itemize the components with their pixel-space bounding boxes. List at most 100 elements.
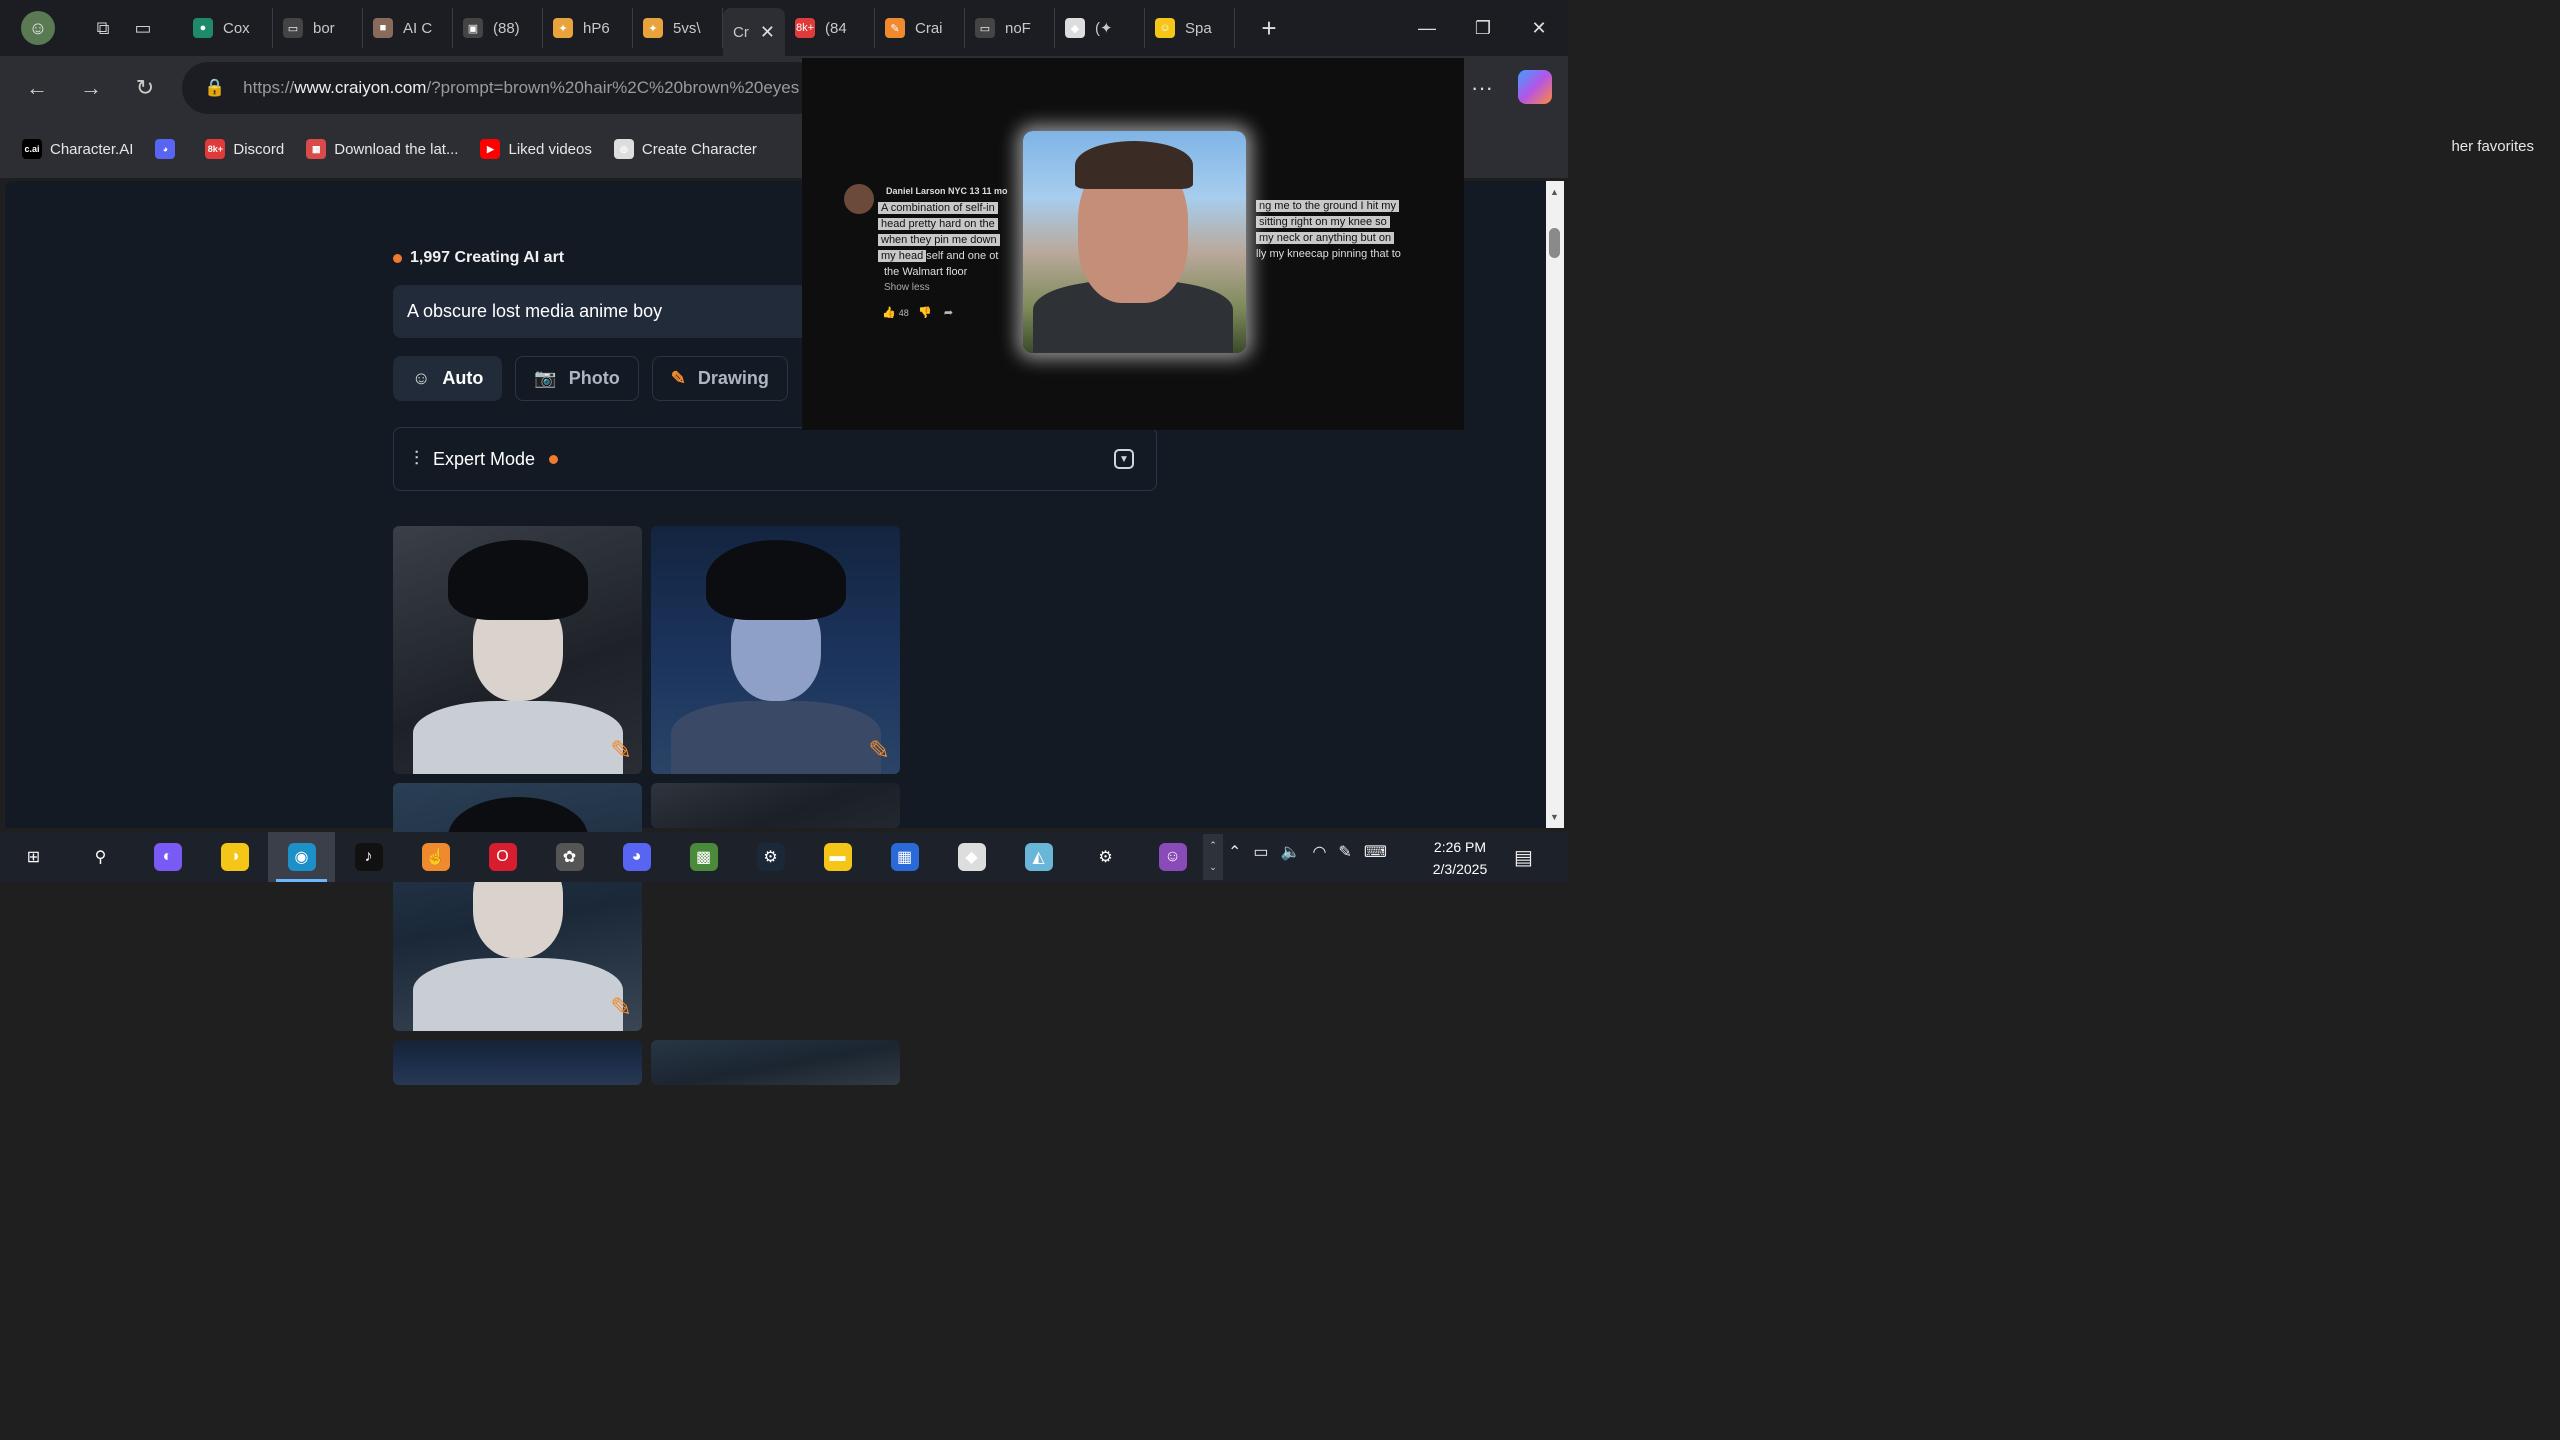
edit-pencil-icon[interactable]: ✎ — [868, 735, 890, 766]
lock-icon[interactable]: 🔒 — [204, 78, 225, 98]
tab-label: Cox — [223, 19, 250, 37]
browser-tab[interactable]: ● Cox — [183, 8, 273, 48]
copilot-icon[interactable] — [1518, 70, 1552, 104]
taskbar-app-blue[interactable]: ◭ — [1005, 832, 1072, 882]
bookmark-item[interactable]: ◕ — [155, 139, 183, 159]
taskbar-edge[interactable]: ◉ — [268, 832, 335, 882]
taskbar-file-explorer[interactable]: ▬ — [804, 832, 871, 882]
sliders-icon: ⫶ — [414, 447, 419, 470]
browser-tab[interactable]: ✎ Crai — [875, 8, 965, 48]
profile-avatar[interactable]: ☺ — [21, 11, 55, 45]
bookmark-item[interactable]: c.ai Character.AI — [22, 139, 133, 159]
bookmark-item[interactable]: ▶ Liked videos — [480, 139, 592, 159]
mode-icon: ☺ — [412, 368, 431, 388]
taskbar-copilot[interactable]: ◐ — [134, 832, 201, 882]
vertical-tabs-icon[interactable]: ▭ — [123, 8, 163, 48]
prompt-input[interactable]: A obscure lost media anime boy — [393, 285, 813, 338]
forward-button[interactable]: → — [64, 68, 118, 108]
mode-button-photo[interactable]: 📷 Photo — [515, 356, 639, 401]
generated-image[interactable] — [651, 1040, 900, 1085]
bookmark-favicon-icon: c.ai — [22, 139, 42, 159]
bookmark-item[interactable]: ▦ Download the lat... — [306, 139, 458, 159]
restore-button[interactable]: ❐ — [1455, 0, 1511, 56]
tab-active[interactable]: Cr ✕ — [723, 8, 785, 56]
mode-button-auto[interactable]: ☺ Auto — [393, 356, 503, 401]
generated-image[interactable]: ✎ — [651, 526, 900, 774]
chrome-canary-icon: ◑ — [220, 843, 249, 871]
browser-tab[interactable]: ▣ (88) — [453, 8, 543, 48]
taskbar-chrome-canary[interactable]: ◑ — [201, 832, 268, 882]
bookmark-item[interactable]: ◎ Create Character — [613, 139, 757, 159]
wifi-icon[interactable]: ◠ — [1312, 842, 1326, 862]
close-window-button[interactable]: ✕ — [1511, 0, 1567, 56]
refresh-button[interactable]: ↻ — [118, 68, 172, 108]
more-menu-button[interactable]: ··· — [1462, 68, 1502, 108]
taskbar-opera[interactable]: O — [469, 832, 536, 882]
back-button[interactable]: ← — [10, 68, 64, 108]
keyboard-icon[interactable]: ⌨ — [1364, 842, 1387, 862]
scroll-down-icon[interactable]: ▼ — [1550, 812, 1559, 822]
edit-pencil-icon[interactable]: ✎ — [610, 735, 632, 766]
pen-icon[interactable]: ✎ — [1338, 842, 1351, 862]
browser-tab[interactable]: ✦ hP6 — [543, 8, 633, 48]
clock[interactable]: 2:26 PM 2/3/2025 — [1420, 836, 1500, 880]
taskbar-anime-app[interactable]: ☺ — [1139, 832, 1206, 882]
browser-tab[interactable]: ✦ 5vs\ — [633, 8, 723, 48]
address-bar[interactable]: 🔒 https://www.craiyon.com/?prompt=brown%… — [182, 62, 822, 114]
thumbs-down-icon[interactable]: 👎 — [918, 307, 932, 319]
steam-icon: ⚙ — [756, 843, 785, 871]
browser-tab[interactable]: ◆ (✦ — [1055, 8, 1145, 48]
taskbar-ms-store[interactable]: ▦ — [871, 832, 938, 882]
volume-icon[interactable]: 🔈 — [1281, 842, 1301, 862]
other-favorites[interactable]: her favorites — [2451, 138, 2534, 155]
generated-image[interactable] — [651, 783, 900, 828]
browser-tab[interactable]: ■ AI C — [363, 8, 453, 48]
taskbar-tiktok[interactable]: ♪ — [335, 832, 402, 882]
anime-hair — [448, 540, 588, 620]
taskbar-roblox[interactable]: ◆ — [938, 832, 1005, 882]
scroll-up-icon[interactable]: ▲ — [1550, 187, 1559, 197]
browser-tab[interactable]: ☺ Spa — [1145, 8, 1235, 48]
notification-icon[interactable]: ▤ — [1514, 845, 1533, 870]
scrollbar[interactable]: ▲ ▼ — [1546, 181, 1564, 828]
minimize-button[interactable]: — — [1399, 0, 1455, 56]
workspaces-icon[interactable]: ⧉ — [83, 8, 123, 48]
chevron-down-icon[interactable]: ▼ — [1114, 449, 1134, 469]
share-icon[interactable]: ➦ — [944, 307, 953, 319]
taskbar-settings[interactable]: ⚙ — [1072, 832, 1139, 882]
close-tab-icon[interactable]: ✕ — [760, 22, 775, 43]
taskbar-search[interactable]: ⚲ — [67, 832, 134, 882]
expert-mode-toggle[interactable]: ⫶ Expert Mode ▼ — [393, 427, 1157, 491]
taskbar-steam[interactable]: ⚙ — [737, 832, 804, 882]
taskbar-discord[interactable]: ◕ — [603, 832, 670, 882]
browser-tab[interactable]: ▭ bor — [273, 8, 363, 48]
bookmark-item[interactable]: 8k+ Discord — [205, 139, 284, 159]
taskbar-paint[interactable]: ✿ — [536, 832, 603, 882]
tab-label: Spa — [1185, 19, 1212, 37]
tab-label: noF — [1005, 19, 1031, 37]
comment-right-tail: lly my kneecap pinning that to — [1256, 248, 1401, 260]
scroll-thumb[interactable] — [1549, 228, 1560, 258]
taskbar-windows-start[interactable]: ⊞ — [0, 832, 67, 882]
generated-image[interactable] — [393, 1040, 642, 1085]
tab-favicon-icon: ■ — [373, 18, 393, 38]
thumbs-up-icon[interactable]: 👍 — [882, 307, 896, 319]
comment-line: head pretty hard on the — [878, 218, 998, 230]
bookmark-label: Create Character — [641, 140, 757, 158]
taskbar-app-orange[interactable]: ☝ — [402, 832, 469, 882]
comment-line: my head — [878, 250, 927, 262]
generated-image[interactable]: ✎ — [393, 526, 642, 774]
mode-button-drawing[interactable]: ✎ Drawing — [651, 356, 788, 401]
browser-tab[interactable]: ▭ noF — [965, 8, 1055, 48]
battery-icon[interactable]: ▭ — [1253, 842, 1268, 862]
show-less-link[interactable]: Show less — [884, 282, 930, 293]
taskbar-minecraft[interactable]: ▩ — [670, 832, 737, 882]
new-tab-button[interactable]: + — [1241, 8, 1297, 48]
taskbar-overflow[interactable]: ⌃ ⌄ — [1203, 834, 1223, 880]
comment-walmart: the Walmart floor — [884, 266, 968, 278]
tiktok-icon: ♪ — [354, 843, 383, 871]
edit-pencil-icon[interactable]: ✎ — [610, 992, 632, 1023]
browser-tab[interactable]: 8k+ (84 — [785, 8, 875, 48]
chevron-up-icon[interactable]: ⌃ — [1228, 842, 1241, 862]
generated-image[interactable]: ✎ — [393, 783, 642, 1031]
